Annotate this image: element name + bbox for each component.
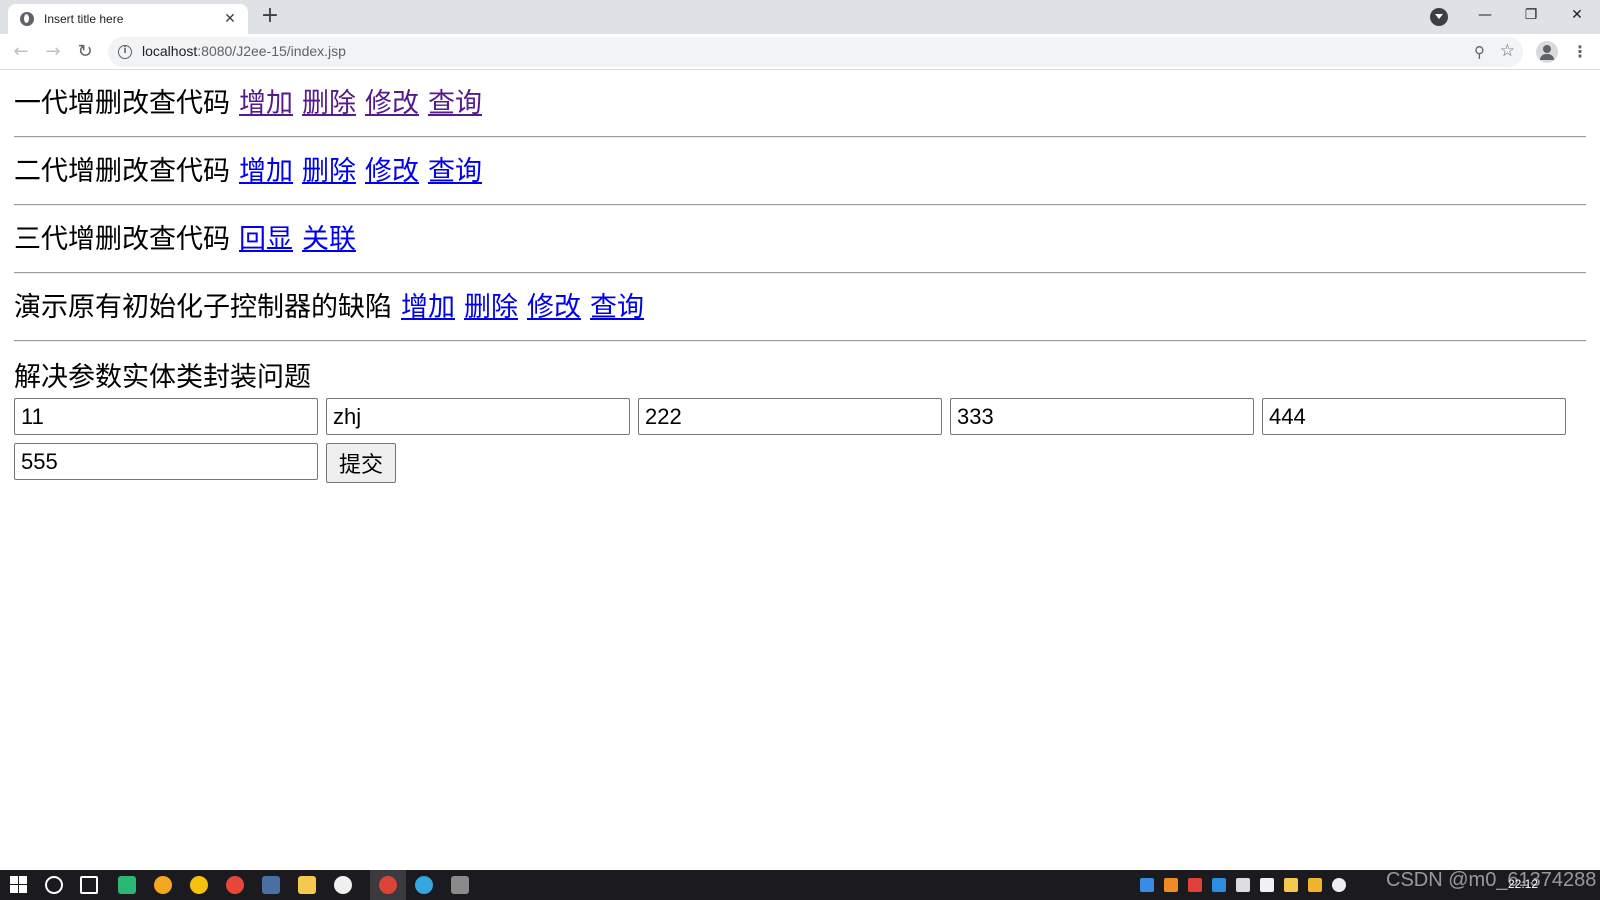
section-line: 一代增删改查代码 增加 删除 修改 查询 xyxy=(14,70,1586,136)
section-link[interactable]: 增加 xyxy=(401,294,455,321)
crud-section: 一代增删改查代码 增加 删除 修改 查询 xyxy=(14,70,1586,138)
section-link[interactable]: 增加 xyxy=(239,158,293,185)
minimize-button[interactable]: — xyxy=(1462,0,1508,32)
section-line: 演示原有初始化子控制器的缺陷 增加 删除 修改 查询 xyxy=(14,274,1586,340)
new-tab-button[interactable]: + xyxy=(258,5,282,29)
section-link[interactable]: 查询 xyxy=(590,294,644,321)
media-icon[interactable] xyxy=(334,876,352,894)
crud-section: 演示原有初始化子控制器的缺陷 增加 删除 修改 查询 xyxy=(14,274,1586,342)
profile-icon[interactable] xyxy=(1536,41,1558,63)
sections-list: 一代增删改查代码 增加 删除 修改 查询 二代增删改查代码 增加 删除 修改 查询 三代增删改查代码… xyxy=(14,70,1586,342)
reload-icon[interactable]: ↻ xyxy=(73,40,97,64)
forward-icon[interactable]: → xyxy=(41,40,65,64)
taskbar xyxy=(0,870,1600,900)
section-link[interactable]: 关联 xyxy=(302,226,356,253)
section-link[interactable]: 增加 xyxy=(239,90,293,117)
globe-icon xyxy=(20,12,34,26)
tray-app-icon[interactable] xyxy=(1260,878,1274,892)
crud-section: 三代增删改查代码 回显 关联 xyxy=(14,206,1586,274)
file-explorer-icon[interactable] xyxy=(262,876,280,894)
section-link[interactable]: 修改 xyxy=(365,158,419,185)
browser-toolbar: ← → ↻ i localhost:8080/J2ee-15/index.jsp… xyxy=(0,34,1600,70)
tray-app-icon[interactable] xyxy=(1164,878,1178,892)
chrome-icon[interactable] xyxy=(379,876,397,894)
entity-form: 提交 xyxy=(14,398,1584,483)
windows-start-icon[interactable] xyxy=(10,876,28,894)
chrome-colored-icon[interactable] xyxy=(190,876,208,894)
taskbar-clock[interactable]: 22:12 xyxy=(1508,877,1538,891)
close-window-button[interactable]: ✕ xyxy=(1554,0,1600,32)
section-line: 二代增删改查代码 增加 删除 修改 查询 xyxy=(14,138,1586,204)
tray-app-icon[interactable] xyxy=(1308,878,1322,892)
section-line: 三代增删改查代码 回显 关联 xyxy=(14,206,1586,272)
address-bar[interactable]: i localhost:8080/J2ee-15/index.jsp ⚲ ☆ xyxy=(108,37,1523,67)
section-link[interactable]: 修改 xyxy=(527,294,581,321)
section-link[interactable]: 查询 xyxy=(428,90,482,117)
browser-tab[interactable]: Insert title here ✕ xyxy=(8,4,248,34)
tab-search-icon[interactable] xyxy=(1430,8,1448,26)
tab-strip: Insert title here ✕ + — ❐ ✕ xyxy=(0,0,1600,34)
field-1[interactable] xyxy=(14,398,318,435)
star-icon[interactable]: ☆ xyxy=(1500,41,1515,61)
cloud-icon[interactable] xyxy=(1332,878,1346,892)
browser-window: Insert title here ✕ + — ❐ ✕ ← → ↻ i loca… xyxy=(0,0,1600,900)
edge-icon[interactable] xyxy=(415,876,433,894)
section-link[interactable]: 修改 xyxy=(365,90,419,117)
section-label: 一代增删改查代码 xyxy=(14,87,230,119)
browser-g-icon[interactable] xyxy=(154,876,172,894)
url-path: :8080/J2ee-15/index.jsp xyxy=(197,43,346,59)
section-label: 二代增删改查代码 xyxy=(14,155,230,187)
tab-title: Insert title here xyxy=(44,12,124,26)
field-4[interactable] xyxy=(950,398,1254,435)
tray-app-icon[interactable] xyxy=(1212,878,1226,892)
csdn-watermark: CSDN @m0_61374288 xyxy=(1386,869,1597,891)
field-6[interactable] xyxy=(14,443,318,480)
section-link[interactable]: 回显 xyxy=(239,226,293,253)
tray-app-icon[interactable] xyxy=(1236,878,1250,892)
field-2[interactable] xyxy=(326,398,630,435)
tab-close-button[interactable]: ✕ xyxy=(220,9,240,29)
section-link[interactable]: 删除 xyxy=(302,158,356,185)
zoom-icon[interactable]: ⚲ xyxy=(1474,43,1485,61)
game-app-icon[interactable] xyxy=(118,876,136,894)
tray-app-icon[interactable] xyxy=(1140,878,1154,892)
qq-icon[interactable] xyxy=(226,876,244,894)
field-5[interactable] xyxy=(1262,398,1566,435)
search-icon[interactable] xyxy=(45,876,63,894)
section-link[interactable]: 删除 xyxy=(302,90,356,117)
maximize-button[interactable]: ❐ xyxy=(1508,0,1554,32)
tray-app-icon[interactable] xyxy=(1188,878,1202,892)
settings-icon[interactable] xyxy=(451,876,469,894)
field-3[interactable] xyxy=(638,398,942,435)
form-title: 解决参数实体类封装问题 xyxy=(14,362,311,393)
section-link[interactable]: 删除 xyxy=(464,294,518,321)
section-label: 三代增删改查代码 xyxy=(14,223,230,255)
section-label: 演示原有初始化子控制器的缺陷 xyxy=(14,291,392,323)
folder-icon[interactable] xyxy=(298,876,316,894)
submit-button[interactable]: 提交 xyxy=(326,443,397,483)
crud-section: 二代增删改查代码 增加 删除 修改 查询 xyxy=(14,138,1586,206)
url-host: localhost xyxy=(142,43,198,59)
url-text[interactable]: localhost:8080/J2ee-15/index.jsp xyxy=(142,43,346,59)
task-view-icon[interactable] xyxy=(80,876,98,894)
info-icon[interactable]: i xyxy=(118,45,132,59)
tray-app-icon[interactable] xyxy=(1284,878,1298,892)
menu-icon[interactable]: ⋮ xyxy=(1570,42,1590,62)
page-content: 一代增删改查代码 增加 删除 修改 查询 二代增删改查代码 增加 删除 修改 查询 三代增删改查代码… xyxy=(0,70,1600,870)
back-icon[interactable]: ← xyxy=(9,40,33,64)
section-link[interactable]: 查询 xyxy=(428,158,482,185)
